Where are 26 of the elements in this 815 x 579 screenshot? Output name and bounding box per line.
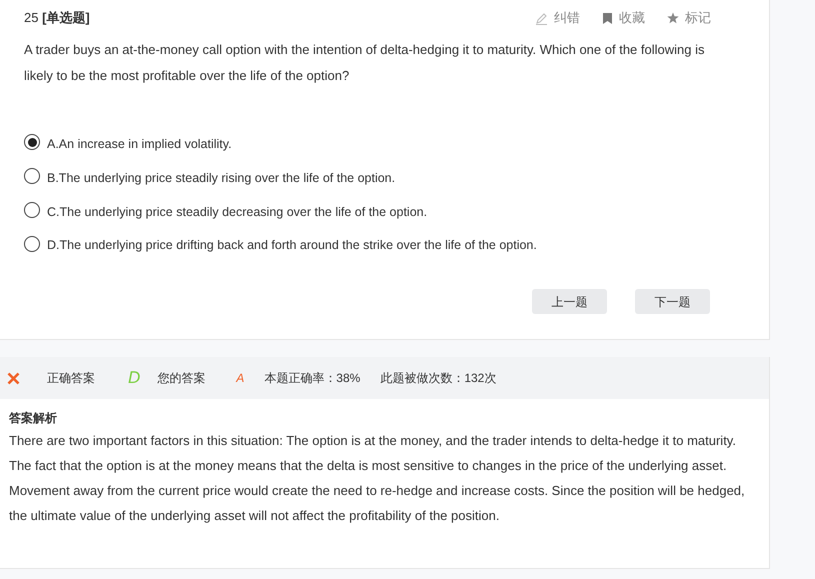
radio-button[interactable]: [24, 134, 40, 150]
question-number: 25 [单选题]: [24, 9, 90, 28]
pencil-icon: [535, 12, 548, 24]
option-label[interactable]: A.An increase in implied volatility.: [47, 135, 232, 154]
radio-button[interactable]: [24, 236, 40, 252]
radio-button[interactable]: [24, 202, 40, 218]
attempt-count: 此题被做次数：132次: [380, 370, 496, 387]
mark-link[interactable]: 标记: [685, 8, 711, 28]
report-error-link[interactable]: 纠错: [554, 8, 580, 28]
question-text: A trader buys an at-the-money call option with the intention of delta-hedging it to maturity. Which one of the following is likely to be the most profitable over the life of the option?: [24, 41, 706, 85]
correct-answer-letter: D: [128, 367, 140, 390]
analysis-text: There are two important factors in this situation: The option is at the money, and the trader intends to delta-hedge it to maturity. The fact that the option is at the money means that the delta is most sensitive to changes in the price of the underlying asset. Movement away from the current price would create the need to re-hedge and increase costs. Since the position will be hedged, the ultimate value of the underlying asset will not affect the profitability of the position.: [9, 432, 746, 525]
previous-button[interactable]: 上一题: [532, 289, 607, 314]
analysis-title: 答案解析: [9, 410, 58, 427]
favorite-link[interactable]: 收藏: [619, 8, 645, 28]
option-label[interactable]: D.The underlying price drifting back and forth around the strike over the life of the option.: [47, 236, 537, 255]
bookmark-icon: [602, 12, 613, 24]
option-label[interactable]: C.The underlying price steadily decreasing over the life of the option.: [47, 202, 428, 222]
your-answer-letter: A: [236, 370, 244, 387]
next-button[interactable]: 下一题: [635, 289, 710, 314]
radio-button[interactable]: [24, 168, 40, 184]
option-label[interactable]: B.The underlying price steadily rising over the life of the option.: [47, 168, 396, 188]
accuracy-text: 本题正确率：38%: [264, 370, 360, 387]
star-icon: [667, 12, 679, 24]
correct-answer-label: 正确答案: [47, 370, 95, 387]
your-answer-label: 您的答案: [157, 370, 206, 387]
